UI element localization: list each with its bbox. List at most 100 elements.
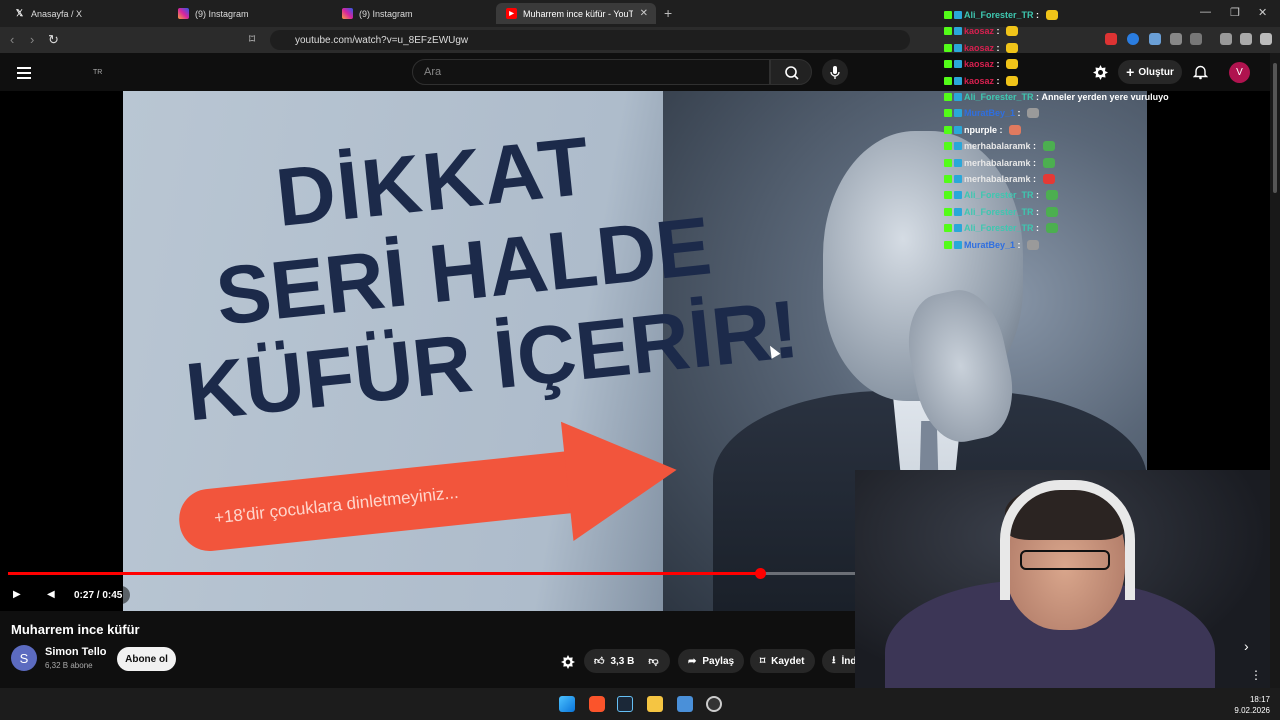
page-scrollbar[interactable] xyxy=(1270,53,1280,688)
new-tab-button[interactable]: + xyxy=(664,5,672,21)
close-window-icon[interactable]: ✕ xyxy=(1258,6,1267,19)
chat-emote-icon xyxy=(1006,26,1019,37)
subscriber-badge-icon xyxy=(954,60,962,69)
chat-message: MuratBey_1 : xyxy=(944,106,1040,120)
chat-emote-icon xyxy=(1045,190,1058,201)
subscriber-badge-icon xyxy=(954,76,962,85)
back-icon[interactable]: ‹ xyxy=(10,32,14,47)
chat-username: kaosaz xyxy=(964,42,995,53)
chat-message: Ali_Forester_TR : xyxy=(944,205,1058,219)
x-logo-icon: 𝕏 xyxy=(15,8,24,18)
tab-label: (9) Instagram xyxy=(195,8,249,19)
close-tab-icon[interactable]: ✕ xyxy=(640,8,648,19)
avatar-initial: V xyxy=(1236,67,1243,78)
more-options-icon[interactable]: ⋮ xyxy=(1250,668,1262,682)
tab-x[interactable]: 𝕏 Anasayfa / X xyxy=(4,3,164,24)
dislike-icon[interactable]: 👎︎ xyxy=(648,655,658,667)
bell-icon[interactable] xyxy=(1193,64,1208,80)
kick-badge-icon xyxy=(944,11,952,19)
streamer-webcam xyxy=(855,470,1270,690)
tab-youtube[interactable]: ▶ Muharrem ince küfür - YouTube ✕ xyxy=(496,3,656,24)
subscriber-count: 6,32 B abone xyxy=(45,661,93,670)
chat-emote-icon xyxy=(1042,174,1055,184)
kick-badge-icon xyxy=(944,142,952,151)
like-count[interactable]: 3,3 B xyxy=(610,656,634,667)
kick-badge-icon xyxy=(944,60,952,69)
reload-icon[interactable]: ↻ xyxy=(48,32,59,48)
voice-search-button[interactable] xyxy=(822,59,848,85)
steam-icon[interactable] xyxy=(617,696,633,712)
tab-instagram-1[interactable]: (9) Instagram xyxy=(168,3,328,24)
channel-name[interactable]: Simon Tello xyxy=(45,646,107,658)
bookmark-icon[interactable]: ⌑ xyxy=(249,32,255,46)
chat-emote-icon xyxy=(1027,108,1040,119)
share-icon: ➦ xyxy=(688,655,697,667)
subscriber-badge-icon xyxy=(954,142,962,151)
like-icon[interactable]: 👍︎ xyxy=(594,655,604,667)
time-display: 0:27 / 0:45 xyxy=(66,586,131,604)
chat-emote-icon xyxy=(1027,239,1040,250)
scrollbar-thumb[interactable] xyxy=(1273,63,1277,193)
chat-message: merhabalaramk : xyxy=(944,156,1055,170)
forward-icon[interactable]: › xyxy=(30,32,34,47)
channel-initial: S xyxy=(19,650,29,666)
instagram-icon xyxy=(342,8,353,19)
menu-icon[interactable] xyxy=(17,67,31,82)
chat-emote-icon xyxy=(1042,157,1055,168)
chat-separator: : xyxy=(994,59,1003,70)
chat-username: MuratBey_1 xyxy=(964,108,1016,119)
system-clock[interactable]: 18:17 9.02.2026 xyxy=(1226,694,1270,716)
kick-badge-icon xyxy=(944,240,952,249)
subscribe-button[interactable]: Abone ol xyxy=(117,647,176,671)
shield-icon[interactable] xyxy=(1240,33,1252,45)
time-text: 0:27 / 0:45 xyxy=(74,589,123,601)
chat-emote-icon xyxy=(1006,59,1019,70)
menu-icon[interactable] xyxy=(1260,33,1272,45)
chevron-right-icon[interactable]: › xyxy=(1244,638,1249,654)
search-input[interactable]: Ara xyxy=(412,59,770,85)
file-explorer-icon[interactable] xyxy=(647,696,663,712)
volume-icon[interactable]: ◀ xyxy=(47,589,55,600)
save-button[interactable]: ⌑ Kaydet xyxy=(750,649,815,673)
chat-separator: : xyxy=(1030,141,1039,152)
restore-icon[interactable]: ❐ xyxy=(1230,6,1240,19)
chat-username: Ali_Forester_TR xyxy=(964,10,1034,20)
chat-username: merhabalaramk xyxy=(964,157,1031,168)
tab-instagram-2[interactable]: (9) Instagram xyxy=(332,3,492,24)
subscriber-badge-icon xyxy=(954,93,962,101)
clock-date: 9.02.2026 xyxy=(1234,706,1270,715)
subscriber-badge-icon xyxy=(954,43,962,52)
chat-separator: : xyxy=(1030,157,1039,168)
chat-separator: : xyxy=(1015,108,1024,119)
chat-emote-icon xyxy=(1006,75,1019,86)
chat-emote-icon xyxy=(1009,124,1021,135)
glasses xyxy=(1020,550,1110,570)
chat-message: merhabalaramk : xyxy=(944,172,1055,186)
search-button[interactable] xyxy=(770,59,812,85)
channel-avatar[interactable]: S xyxy=(11,645,37,671)
brave-browser-icon[interactable] xyxy=(589,696,605,712)
tab-label: Anasayfa / X xyxy=(31,8,83,19)
obs-icon[interactable] xyxy=(706,696,722,712)
arrow-head xyxy=(560,410,683,542)
address-bar[interactable]: youtube.com/watch?v=u_8EFzEWUgw xyxy=(270,30,910,50)
save-label: Kaydet xyxy=(771,655,805,667)
account-avatar[interactable]: V xyxy=(1229,62,1250,83)
kick-badge-icon xyxy=(944,76,952,85)
subscriber-badge-icon xyxy=(954,27,962,36)
share-button[interactable]: ➦ Paylaş xyxy=(678,649,745,673)
subscriber-badge-icon xyxy=(954,224,962,233)
subscriber-badge-icon xyxy=(954,207,962,216)
chat-separator: : xyxy=(997,124,1005,135)
warning-arrow: +18'dir çocuklara dinletmeyiniz... xyxy=(173,410,683,582)
music-icon[interactable] xyxy=(1220,33,1232,45)
gear-icon[interactable] xyxy=(561,655,575,669)
chat-message: Ali_Forester_TR : xyxy=(944,188,1058,202)
play-icon[interactable]: ▶ xyxy=(13,589,21,600)
minimize-icon[interactable]: — xyxy=(1200,6,1211,18)
windows-start-icon[interactable] xyxy=(559,696,575,712)
chat-message: kaosaz : xyxy=(944,41,1019,55)
kick-badge-icon xyxy=(944,158,952,167)
chat-username: Ali_Forester_TR xyxy=(964,190,1034,201)
photos-icon[interactable] xyxy=(677,696,693,712)
